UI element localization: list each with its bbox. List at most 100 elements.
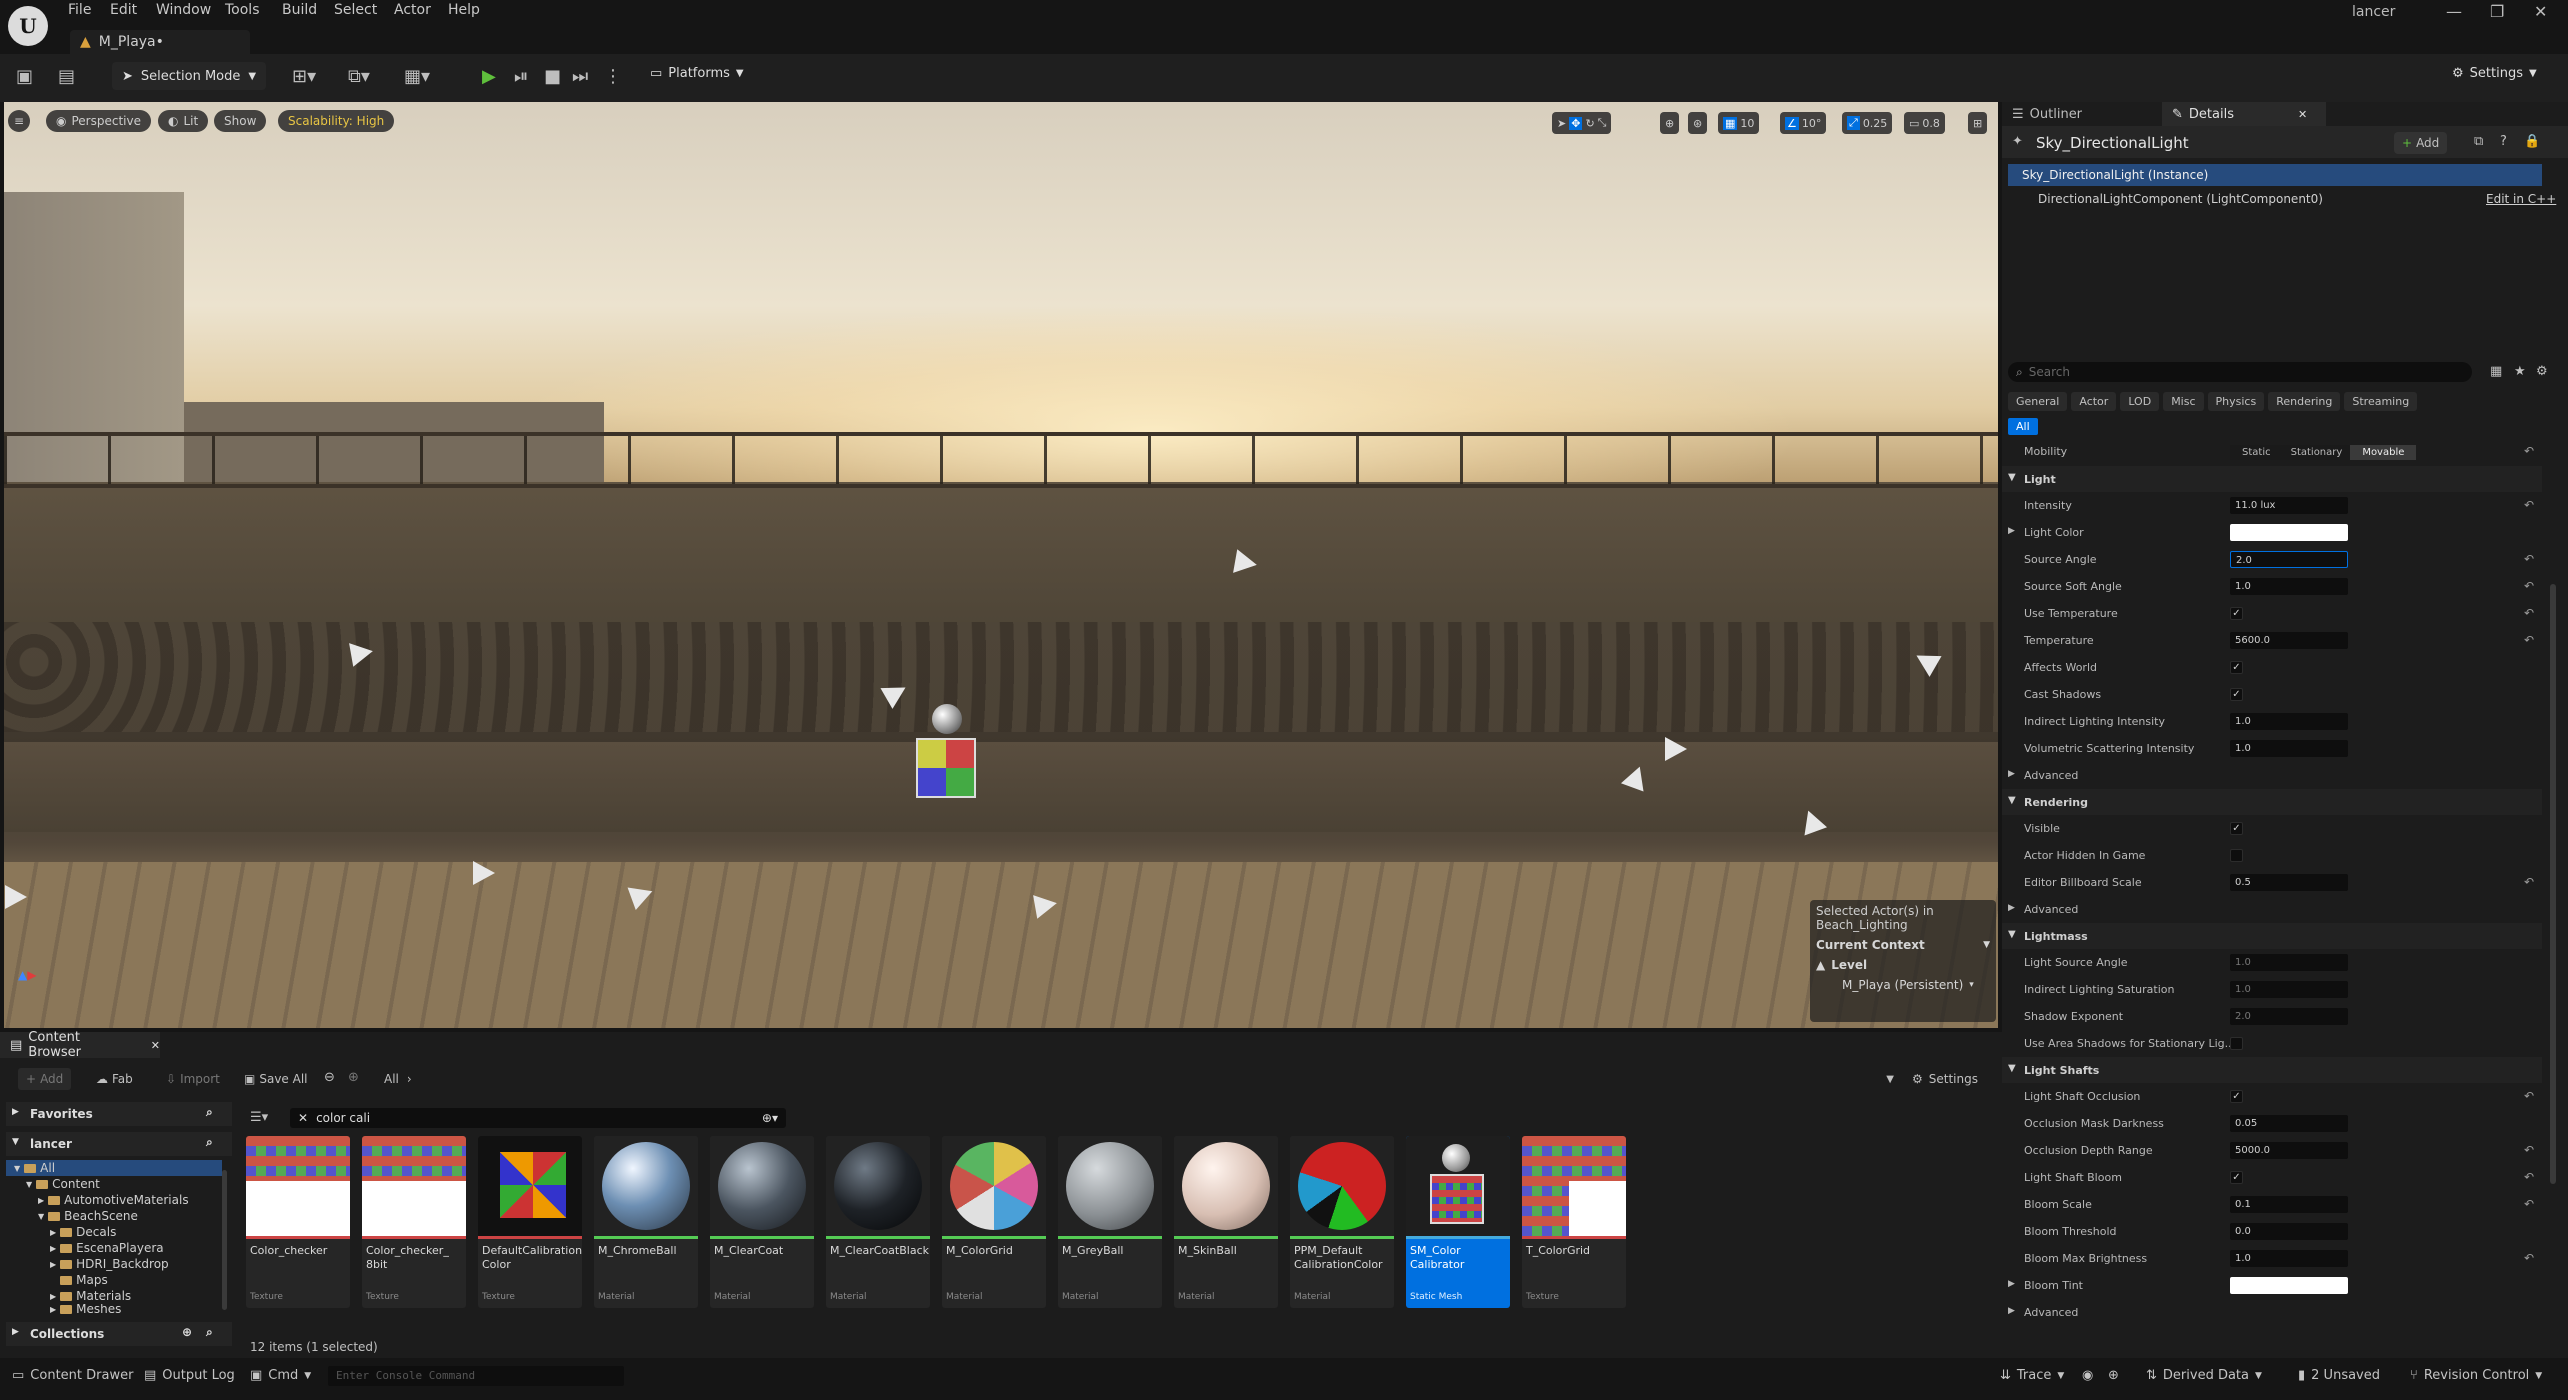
gear-icon[interactable]: ⚙ (2536, 364, 2548, 379)
selection-mode-button[interactable]: ➤ Selection Mode ▼ (112, 62, 267, 90)
history-back-icon[interactable]: ⊖ (324, 1070, 335, 1085)
scale-icon[interactable]: ⤡ (1598, 116, 1607, 130)
help-icon[interactable]: ? (2500, 134, 2507, 149)
filter-physics[interactable]: Physics (2207, 392, 2265, 411)
blueprint-icon[interactable]: ⧉▾ (348, 66, 370, 87)
color-calibrator-mesh[interactable] (916, 738, 976, 798)
filter-actor[interactable]: Actor (2071, 392, 2117, 411)
minimize-icon[interactable]: — (2446, 2, 2462, 21)
volumetric-field[interactable]: 1.0 (2230, 740, 2348, 757)
browse-icon[interactable]: ▤ (58, 66, 75, 87)
asset-tile[interactable]: M_GreyBall Material (1058, 1136, 1162, 1308)
edit-in-cpp-link[interactable]: Edit in C++ (2486, 192, 2556, 206)
revision-control-button[interactable]: ⑂ Revision Control ▼ (2410, 1368, 2542, 1383)
reset-icon[interactable]: ↶ (2524, 444, 2534, 458)
shafts-advanced-row[interactable]: ▶ Advanced (2002, 1299, 2542, 1326)
platforms-button[interactable]: ▭ Platforms ▼ (650, 66, 744, 81)
light-shafts-section[interactable]: ▼ Light Shafts (2002, 1057, 2542, 1083)
light-marker[interactable] (5, 885, 27, 909)
unreal-logo-icon[interactable]: U (8, 6, 48, 46)
filter-misc[interactable]: Misc (2163, 392, 2204, 411)
use-temperature-checkbox[interactable]: ✓ (2230, 607, 2243, 620)
asset-tile[interactable]: DefaultCalibration Color Texture (478, 1136, 582, 1308)
maximize-icon[interactable]: ❐ (2490, 2, 2504, 21)
path-all[interactable]: All (384, 1072, 399, 1086)
history-forward-icon[interactable]: ⊕ (348, 1070, 359, 1085)
level-dropdown[interactable]: M_Playa (Persistent) ▾ (1816, 978, 1990, 992)
filter-general[interactable]: General (2008, 392, 2068, 411)
reset-icon[interactable]: ↶ (2524, 875, 2534, 889)
asset-search-input[interactable]: ✕ color cali ⊕▾ (290, 1108, 786, 1128)
world-local-toggle[interactable]: ⊕ (1660, 112, 1680, 134)
light-marker[interactable] (473, 861, 495, 885)
star-icon[interactable]: ★ (2514, 364, 2526, 379)
menu-build[interactable]: Build (282, 2, 317, 18)
add-filter-icon[interactable]: ⊕▾ (762, 1111, 778, 1125)
mobility-static[interactable]: Static (2230, 444, 2283, 460)
tree-item-beachscene[interactable]: ▼ BeachScene (38, 1209, 138, 1223)
level-tab[interactable]: ▲ M_Playa• (70, 30, 250, 54)
menu-tools[interactable]: Tools (225, 2, 260, 18)
shadow-exponent-field[interactable]: 2.0 (2230, 1008, 2348, 1025)
more-options-icon[interactable]: ⋮ (604, 66, 622, 87)
reset-icon[interactable]: ↶ (2524, 1089, 2534, 1103)
play-icon[interactable]: ▶ (482, 66, 496, 87)
shaft-occlusion-checkbox[interactable]: ✓ (2230, 1090, 2243, 1103)
tree-item-decals[interactable]: ▶ Decals (50, 1225, 116, 1239)
output-log-button[interactable]: ▤ Output Log (144, 1368, 235, 1383)
mask-darkness-field[interactable]: 0.05 (2230, 1115, 2348, 1132)
bloom-scale-field[interactable]: 0.1 (2230, 1196, 2348, 1213)
search-icon[interactable]: ⌕ (206, 1135, 213, 1150)
derived-data-button[interactable]: ⇅ Derived Data ▼ (2146, 1368, 2262, 1383)
close-icon[interactable]: ✕ (2534, 2, 2547, 21)
reset-icon[interactable]: ↶ (2524, 1251, 2534, 1265)
light-source-angle-field[interactable]: 1.0 (2230, 954, 2348, 971)
reset-icon[interactable]: ↶ (2524, 1170, 2534, 1184)
cast-shadows-checkbox[interactable]: ✓ (2230, 688, 2243, 701)
tree-item-materials[interactable]: ▶ Materials (50, 1289, 131, 1303)
asset-tile[interactable]: PPM_Default CalibrationColor Material (1290, 1136, 1394, 1308)
asset-tile[interactable]: M_ColorGrid Material (942, 1136, 1046, 1308)
lock-icon[interactable]: 🔒 (2524, 134, 2540, 149)
bloom-max-field[interactable]: 1.0 (2230, 1250, 2348, 1267)
content-drawer-button[interactable]: ▭ Content Drawer (12, 1368, 133, 1383)
lit-button[interactable]: ◐ Lit (158, 110, 209, 132)
trace-button[interactable]: ⇊ Trace ▼ (2000, 1368, 2064, 1383)
reset-icon[interactable]: ↶ (2524, 606, 2534, 620)
scale-snap-button[interactable]: ⤢ 0.25 (1842, 112, 1893, 134)
tab-outliner[interactable]: ☰ Outliner (2002, 102, 2162, 126)
rendering-advanced-row[interactable]: ▶ Advanced (2002, 896, 2542, 923)
menu-help[interactable]: Help (448, 2, 480, 18)
select-icon[interactable]: ➤ (1557, 117, 1566, 130)
asset-tile[interactable]: M_ClearCoat Material (710, 1136, 814, 1308)
eject-icon[interactable]: ⏭ (572, 66, 588, 87)
rendering-section[interactable]: ▼ Rendering (2002, 789, 2542, 815)
show-button[interactable]: Show (214, 110, 267, 132)
menu-file[interactable]: File (68, 2, 91, 18)
instance-row[interactable]: Sky_DirectionalLight (Instance) (2008, 164, 2542, 186)
light-advanced-row[interactable]: ▶ Advanced (2002, 762, 2542, 789)
favorites-header[interactable]: ▶ Favorites ⌕ (6, 1102, 232, 1126)
add-asset-button[interactable]: + Add (18, 1068, 72, 1090)
asset-tile[interactable]: Color_checker Texture (246, 1136, 350, 1308)
visible-checkbox[interactable]: ✓ (2230, 822, 2243, 835)
tab-content-browser[interactable]: ▤ Content Browser ✕ (0, 1030, 160, 1060)
asset-tile[interactable]: Color_checker_ 8bit Texture (362, 1136, 466, 1308)
table-view-icon[interactable]: ▦ (2490, 364, 2502, 379)
billboard-scale-field[interactable]: 0.5 (2230, 874, 2348, 891)
blueprint-icon[interactable]: ⧉ (2474, 134, 2483, 149)
light-marker[interactable] (1233, 549, 1259, 577)
mobility-movable[interactable]: Movable (2350, 444, 2417, 460)
collections-header[interactable]: ▶ Collections ⊕ ⌕ (6, 1322, 232, 1346)
cb-settings-button[interactable]: ⚙ Settings (1912, 1068, 1978, 1090)
unsaved-button[interactable]: ▮ 2 Unsaved (2298, 1368, 2380, 1383)
affects-world-checkbox[interactable]: ✓ (2230, 661, 2243, 674)
menu-actor[interactable]: Actor (394, 2, 431, 18)
cmd-dropdown[interactable]: ▣ Cmd ▼ (250, 1368, 311, 1383)
menu-edit[interactable]: Edit (110, 2, 137, 18)
light-section[interactable]: ▼ Light (2002, 466, 2542, 492)
bloom-threshold-field[interactable]: 0.0 (2230, 1223, 2348, 1240)
stop-icon[interactable]: ■ (544, 66, 561, 87)
reset-icon[interactable]: ↶ (2524, 498, 2534, 512)
search-icon[interactable]: ⌕ (206, 1105, 213, 1120)
